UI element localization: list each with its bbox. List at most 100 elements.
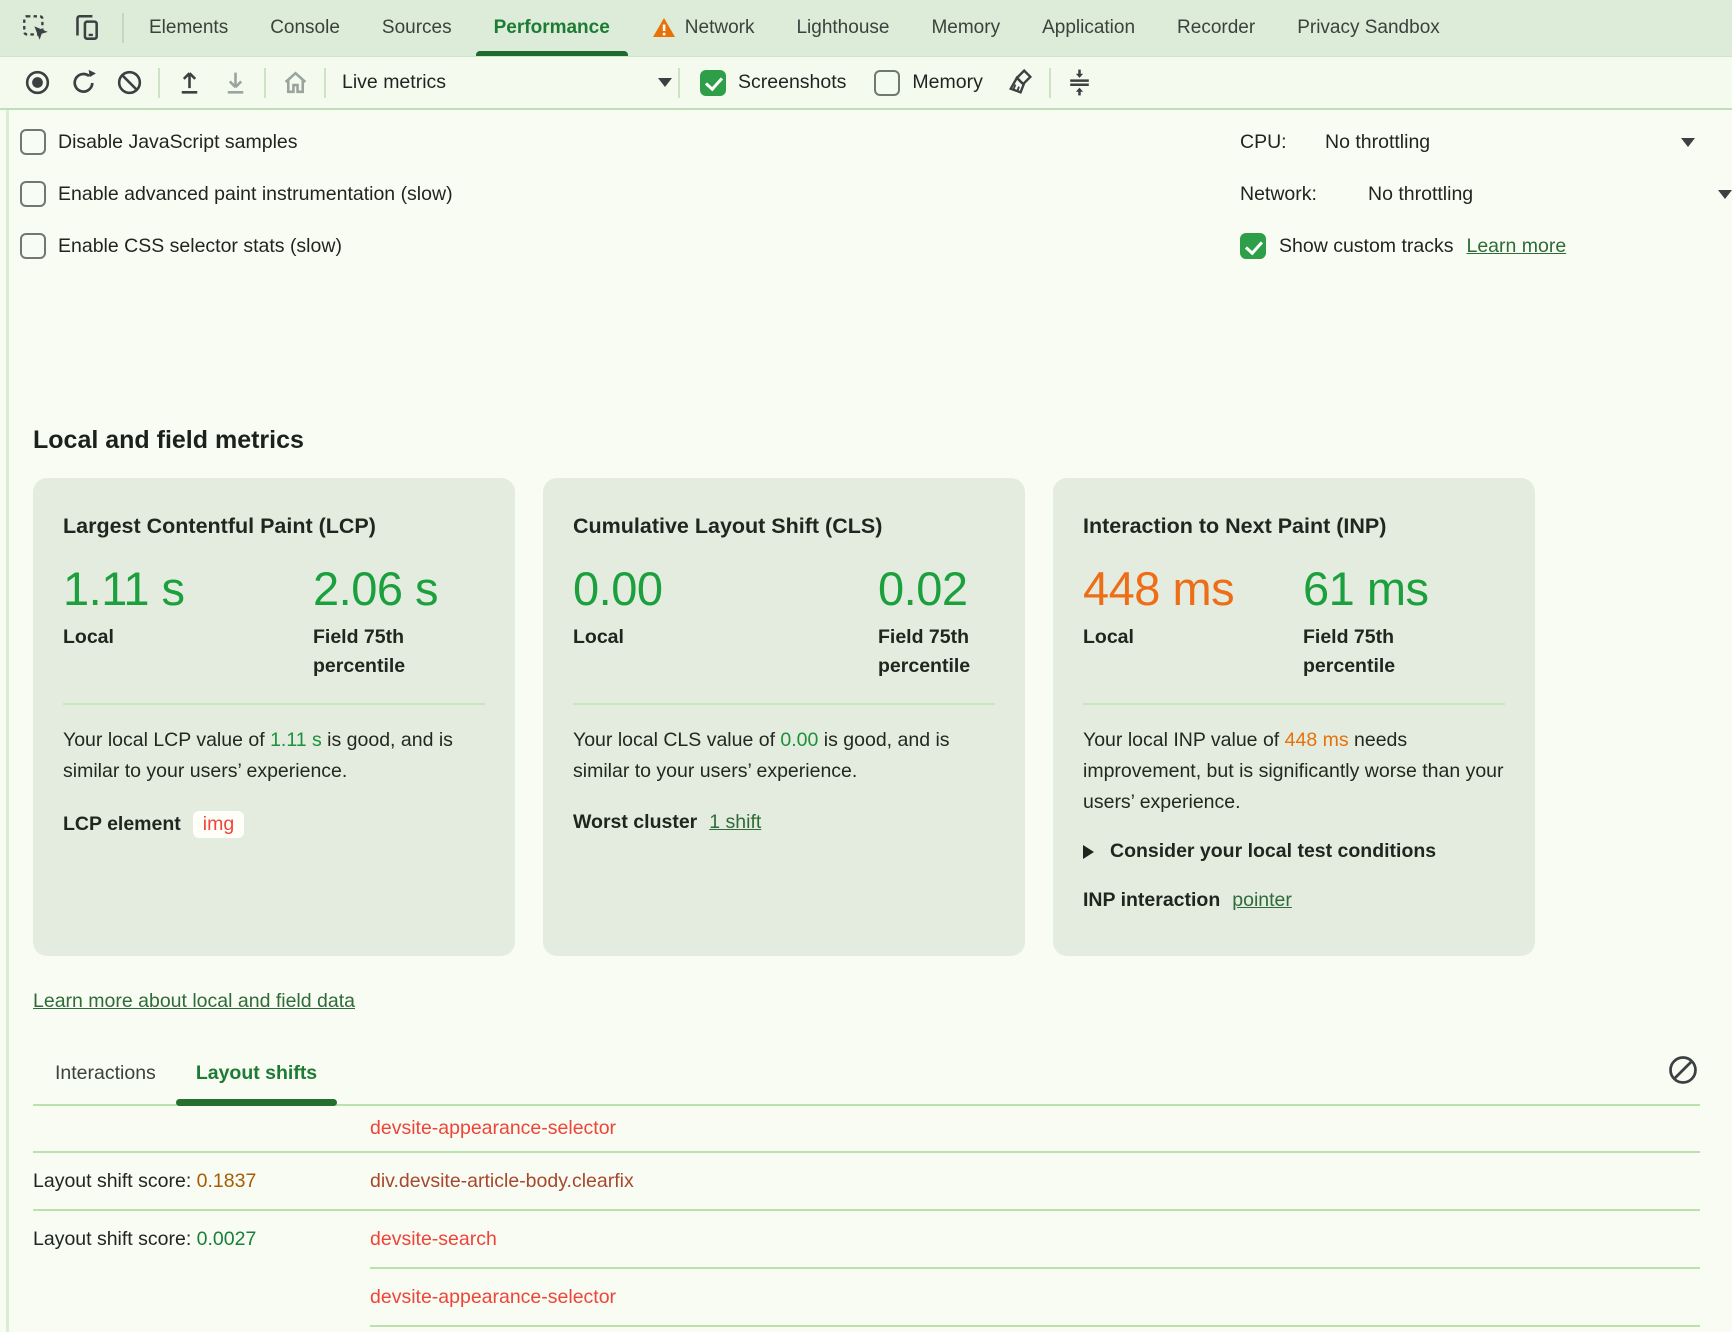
tab-label: Lighthouse — [796, 17, 889, 39]
tab-console[interactable]: Console — [249, 0, 361, 56]
worst-cluster-link[interactable]: 1 shift — [709, 811, 761, 834]
lcp-element-link[interactable]: img — [193, 811, 244, 838]
screenshots-checkbox-row[interactable]: Screenshots — [700, 70, 846, 96]
panel-tabs: Elements Console Sources Performance Network… — [128, 0, 1461, 56]
inp-field-value: 61 ms — [1303, 563, 1443, 615]
log-tab-layout-shifts[interactable]: Layout shifts — [196, 1060, 317, 1104]
cls-field-value: 0.02 — [878, 563, 1018, 615]
metric-cards: Largest Contentful Paint (LCP) 1.11 s Lo… — [33, 478, 1732, 956]
lcp-local-value: 1.11 s — [63, 563, 313, 615]
throttling-settings: CPU: No throttling Network: No throttlin… — [1240, 116, 1700, 272]
cls-inline-value: 0.00 — [780, 729, 818, 751]
block-icon[interactable] — [1666, 1053, 1700, 1092]
memory-checkbox[interactable] — [874, 70, 900, 96]
tab-elements[interactable]: Elements — [128, 0, 249, 56]
divider — [264, 68, 266, 98]
inp-local-value: 448 ms — [1083, 563, 1303, 615]
card-title: Cumulative Layout Shift (CLS) — [573, 514, 995, 539]
setting-label: Disable JavaScript samples — [58, 131, 298, 154]
node-link[interactable]: devsite-appearance-selector — [370, 1286, 616, 1309]
screenshots-label: Screenshots — [738, 71, 846, 94]
tab-label: Privacy Sandbox — [1297, 17, 1440, 39]
card-title: Interaction to Next Paint (INP) — [1083, 514, 1505, 539]
chevron-down-icon[interactable] — [1681, 138, 1695, 147]
checkbox[interactable] — [20, 129, 46, 155]
node-link[interactable]: devsite-appearance-selector — [370, 1117, 616, 1140]
download-icon[interactable] — [212, 63, 258, 103]
collapse-icon[interactable] — [1057, 63, 1103, 103]
live-metrics-label: Live metrics — [342, 71, 446, 94]
layout-shift-score: Layout shift score: 0.0027 — [33, 1228, 370, 1251]
cpu-throttling-row: CPU: No throttling — [1240, 116, 1700, 168]
tab-memory[interactable]: Memory — [910, 0, 1021, 56]
tab-label: Sources — [382, 17, 452, 39]
home-icon[interactable] — [272, 63, 318, 103]
tab-performance[interactable]: Performance — [473, 0, 631, 56]
gc-broom-icon[interactable] — [997, 63, 1043, 103]
setting-checkbox-row[interactable]: Disable JavaScript samples — [20, 116, 453, 168]
section-title: Local and field metrics — [33, 422, 1732, 458]
tab-application[interactable]: Application — [1021, 0, 1156, 56]
tab-sources[interactable]: Sources — [361, 0, 473, 56]
tab-label: Elements — [149, 17, 228, 39]
tab-network[interactable]: Network — [631, 0, 776, 56]
divider — [122, 13, 124, 43]
cpu-throttling-select[interactable]: No throttling — [1325, 131, 1430, 154]
worst-cluster-label: Worst cluster — [573, 811, 697, 834]
upload-icon[interactable] — [166, 63, 212, 103]
cpu-label: CPU: — [1240, 131, 1325, 154]
card-divider — [573, 703, 995, 705]
tab-label: Network — [685, 17, 755, 39]
lcp-inline-value: 1.11 s — [270, 729, 322, 751]
devtools-performance-panel: Elements Console Sources Performance Network… — [0, 0, 1732, 1332]
clear-icon[interactable] — [106, 63, 152, 103]
chevron-down-icon[interactable] — [1718, 190, 1732, 199]
tab-lighthouse[interactable]: Lighthouse — [775, 0, 910, 56]
performance-toolbar: Live metrics Screenshots Memory — [0, 57, 1732, 110]
local-test-conditions-disclosure[interactable]: Consider your local test conditions — [1083, 840, 1505, 863]
devtools-tabbar: Elements Console Sources Performance Network… — [0, 0, 1732, 57]
device-toolbar-icon[interactable] — [64, 8, 108, 48]
network-throttling-row: Network: No throttling — [1240, 168, 1700, 220]
record-icon[interactable] — [14, 63, 60, 103]
metric-card-inp: Interaction to Next Paint (INP) 448 ms L… — [1053, 478, 1535, 956]
disclosure-label: Consider your local test conditions — [1110, 840, 1436, 863]
setting-checkbox-row[interactable]: Enable advanced paint instrumentation (s… — [20, 168, 453, 220]
memory-checkbox-row[interactable]: Memory — [874, 70, 982, 96]
learn-more-link[interactable]: Learn more — [1466, 235, 1566, 258]
checkbox[interactable] — [20, 233, 46, 259]
lcp-description: Your local LCP value of 1.11 s is good, … — [63, 725, 485, 787]
layout-shift-row: devsite-language-selector — [33, 1327, 1700, 1332]
tab-label: Recorder — [1177, 17, 1255, 39]
layout-shift-row: Layout shift score: 0.0027devsite-search — [33, 1211, 1700, 1267]
field-label: Field 75th percentile — [1303, 623, 1443, 681]
chevron-down-icon — [658, 78, 672, 87]
checkbox[interactable] — [20, 181, 46, 207]
memory-label: Memory — [912, 71, 982, 94]
tab-privacy-sandbox[interactable]: Privacy Sandbox — [1276, 0, 1461, 56]
inp-interaction-link[interactable]: pointer — [1232, 889, 1292, 912]
node-link[interactable]: div.devsite-article-body.clearfix — [370, 1170, 634, 1193]
inp-interaction-label: INP interaction — [1083, 889, 1220, 912]
tab-recorder[interactable]: Recorder — [1156, 0, 1276, 56]
network-throttling-select[interactable]: No throttling — [1368, 183, 1473, 206]
live-metrics-dropdown[interactable]: Live metrics — [342, 71, 672, 94]
layout-shift-row: Layout shift score: 0.1837div.devsite-ar… — [33, 1153, 1700, 1209]
learn-more-field-data-link[interactable]: Learn more about local and field data — [33, 988, 355, 1014]
node-link[interactable]: devsite-search — [370, 1228, 497, 1251]
custom-tracks-checkbox[interactable] — [1240, 233, 1266, 259]
setting-checkbox-row[interactable]: Enable CSS selector stats (slow) — [20, 220, 453, 272]
card-title: Largest Contentful Paint (LCP) — [63, 514, 485, 539]
metric-card-lcp: Largest Contentful Paint (LCP) 1.11 s Lo… — [33, 478, 515, 956]
inspect-icon[interactable] — [14, 8, 58, 48]
screenshots-checkbox[interactable] — [700, 70, 726, 96]
inp-description: Your local INP value of 448 ms needs imp… — [1083, 725, 1505, 818]
metric-card-cls: Cumulative Layout Shift (CLS) 0.00 Local… — [543, 478, 1025, 956]
divider — [158, 68, 160, 98]
reload-icon[interactable] — [60, 63, 106, 103]
tab-label: Console — [270, 17, 340, 39]
log-tab-interactions[interactable]: Interactions — [55, 1060, 156, 1104]
field-label: Field 75th percentile — [878, 623, 1018, 681]
warning-icon — [652, 17, 676, 39]
layout-shift-row: devsite-appearance-selector — [33, 1269, 1700, 1325]
